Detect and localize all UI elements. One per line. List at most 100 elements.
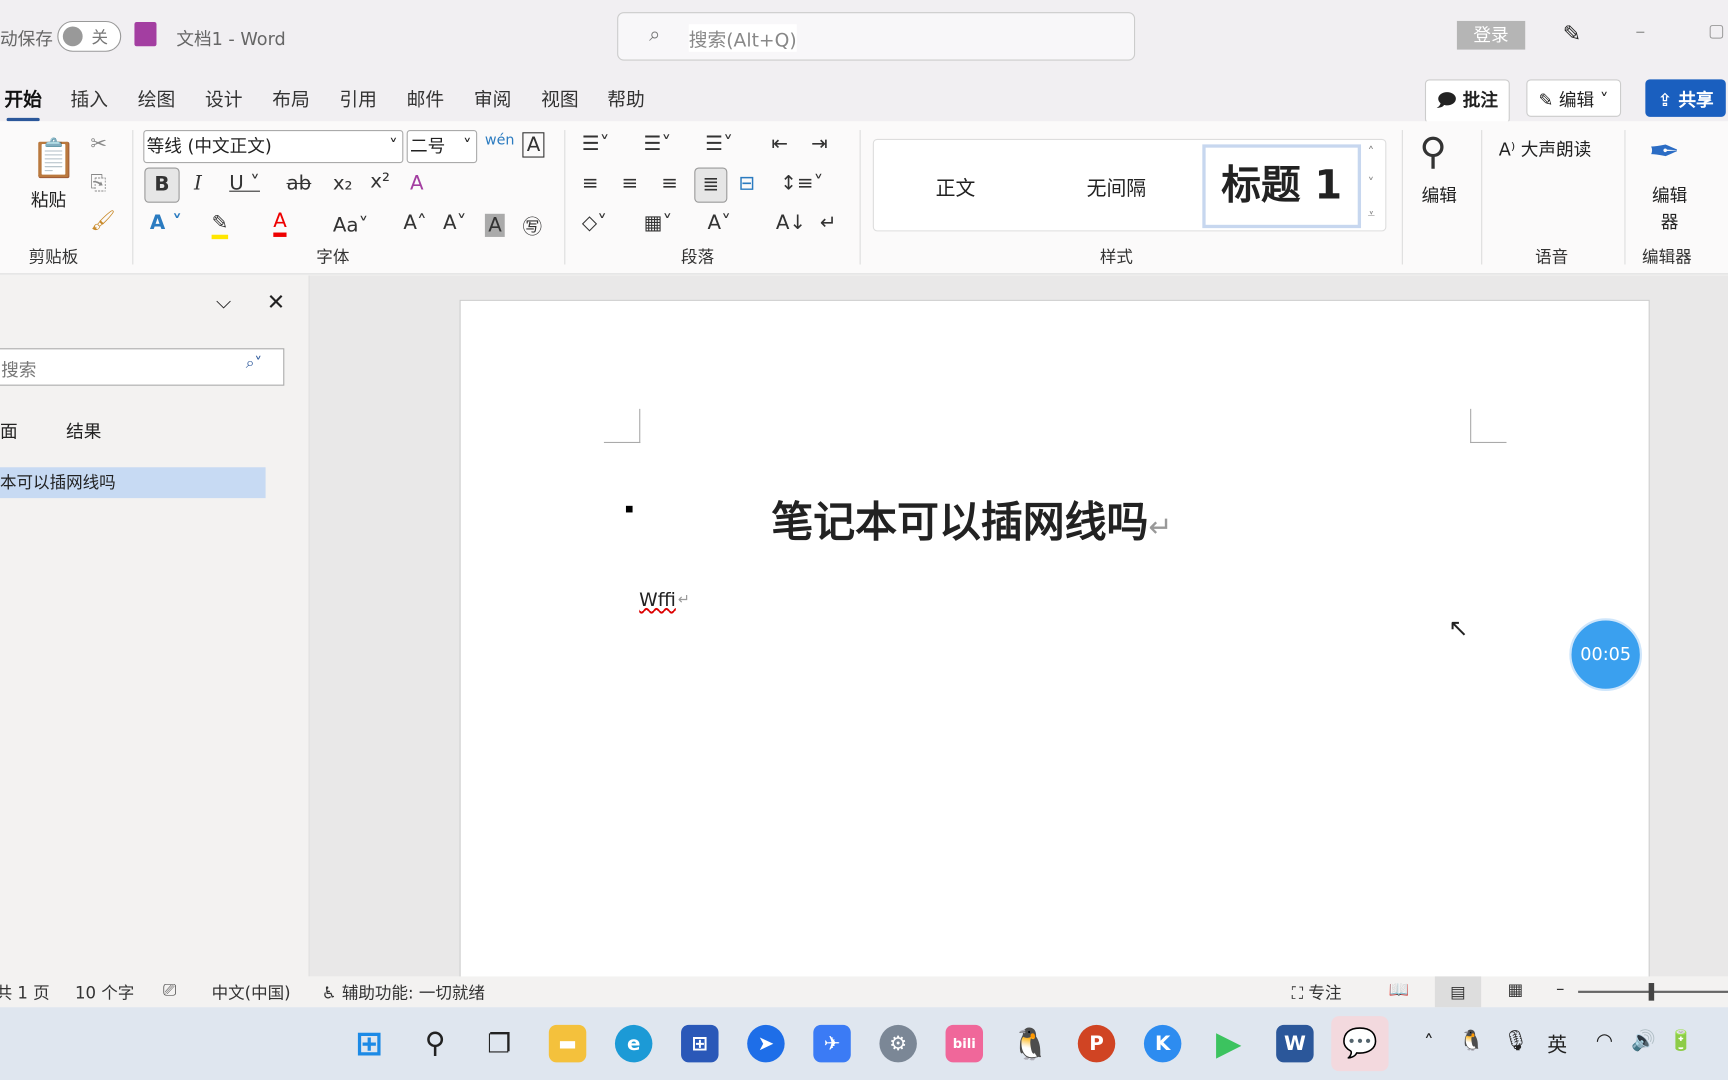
tab-design[interactable]: 设计 <box>205 84 242 111</box>
decrease-indent-icon[interactable]: ⇤ <box>771 132 788 155</box>
microphone-icon[interactable]: 🎙 <box>1503 1029 1528 1052</box>
tab-mailings[interactable]: 邮件 <box>407 84 444 111</box>
wifi-icon[interactable]: ◠ <box>1596 1029 1613 1052</box>
tab-home[interactable]: 开始 <box>4 84 42 122</box>
text-effects-icon[interactable]: A ˅ <box>150 212 182 235</box>
paste-button[interactable]: 粘贴 <box>31 185 66 211</box>
tray-chevron-icon[interactable]: ˄ <box>1424 1032 1434 1055</box>
status-accessibility[interactable]: ♿ 辅助功能: 一切就绪 <box>322 981 485 1004</box>
gallery-scroll-icons[interactable]: ˄ ˅ ⩡ <box>1368 144 1375 222</box>
superscript-button[interactable]: x² <box>370 170 390 193</box>
align-right-icon[interactable]: ≡ <box>661 172 678 195</box>
proofing-icon[interactable]: ⎚ <box>163 980 176 1000</box>
lark-icon[interactable]: ✈ <box>813 1024 851 1063</box>
print-layout-icon[interactable]: ▤ <box>1434 976 1482 1008</box>
pen-icon[interactable]: ✎ <box>1563 20 1581 46</box>
nav-tab-pages[interactable]: 页面 <box>0 417 18 443</box>
tray-qq-icon[interactable]: 🐧 <box>1459 1029 1484 1052</box>
copy-icon[interactable]: ⎘ <box>90 172 106 195</box>
tab-draw[interactable]: 绘图 <box>138 84 175 111</box>
editor-button[interactable]: 编辑器 <box>1651 181 1688 234</box>
find-icon[interactable]: ⚲ <box>1419 130 1446 174</box>
tab-references[interactable]: 引用 <box>339 84 376 111</box>
battery-icon[interactable]: 🔋 <box>1668 1029 1693 1052</box>
paste-icon[interactable]: 📋 <box>31 137 78 181</box>
align-left-icon[interactable]: ≡ <box>582 172 599 195</box>
save-icon[interactable] <box>134 22 157 47</box>
justify-icon[interactable]: ≣ <box>694 167 728 203</box>
volume-icon[interactable]: 🔊 <box>1631 1029 1656 1052</box>
numbering-icon[interactable]: ☰˅ <box>644 132 672 155</box>
status-word-count[interactable]: 10 个字 <box>75 981 134 1004</box>
document-page[interactable]: 笔记本可以插网线吗↵ Wffi ↵ <box>459 299 1650 986</box>
tab-review[interactable]: 审阅 <box>474 84 511 111</box>
focus-button[interactable]: ⛶ 专注 <box>1292 981 1342 1004</box>
style-normal[interactable]: 正文 <box>936 173 976 202</box>
settings-icon[interactable]: ⚙ <box>879 1024 917 1063</box>
ime-indicator[interactable]: 英 <box>1547 1029 1567 1058</box>
sort-icon[interactable]: A↓ <box>776 212 806 235</box>
read-mode-icon[interactable]: 📖 <box>1389 980 1410 1000</box>
tab-layout[interactable]: 布局 <box>272 84 309 111</box>
document-heading[interactable]: 笔记本可以插网线吗↵ <box>771 488 1172 549</box>
document-body-text[interactable]: Wffi <box>639 590 676 612</box>
kugou-icon[interactable]: K <box>1143 1024 1182 1063</box>
show-marks-icon[interactable]: ↵ <box>820 212 837 235</box>
tab-view[interactable]: 视图 <box>541 84 578 111</box>
search-box[interactable]: ⌕ 搜索(Alt+Q) <box>617 12 1136 61</box>
close-icon[interactable]: ✕ <box>267 289 285 315</box>
underline-button[interactable]: U ˅ <box>229 172 260 195</box>
web-layout-icon[interactable]: ▦ <box>1508 980 1524 1000</box>
autosave-toggle[interactable]: 关 <box>57 20 122 52</box>
italic-button[interactable]: I <box>194 172 202 195</box>
align-center-icon[interactable]: ≡ <box>622 172 639 195</box>
zoom-out-button[interactable]: – <box>1556 979 1564 999</box>
editing-button[interactable]: 编辑 <box>1422 181 1457 207</box>
search-icon[interactable]: ⌕˅ <box>246 355 262 373</box>
nav-tab-results[interactable]: 结果 <box>66 417 101 443</box>
tab-help[interactable]: 帮助 <box>607 84 644 111</box>
nav-heading-item[interactable]: 本可以插网线吗 <box>0 467 266 499</box>
read-aloud-button[interactable]: A⁾ 大声朗读 <box>1499 134 1592 160</box>
task-view-icon[interactable]: ❐ <box>480 1025 517 1062</box>
bold-button[interactable]: B <box>144 167 180 203</box>
multilevel-list-icon[interactable]: ☰˅ <box>705 132 733 155</box>
char-border-icon[interactable]: A <box>522 132 545 158</box>
minimize-button[interactable]: – <box>1635 20 1645 43</box>
font-color-icon[interactable]: A <box>273 209 287 237</box>
subscript-button[interactable]: x₂ <box>333 172 353 195</box>
wechat-icon[interactable]: 💬 <box>1331 1016 1389 1072</box>
format-painter-icon[interactable]: 🖌 <box>90 209 115 232</box>
highlight-icon[interactable]: ✎ <box>211 212 229 240</box>
enclose-char-icon[interactable]: ㊢ <box>522 212 542 241</box>
edit-mode-button[interactable]: ✎ 编辑 ˅ <box>1526 79 1621 117</box>
grow-font-icon[interactable]: A˄ <box>403 212 427 235</box>
file-explorer-icon[interactable]: ▬ <box>548 1024 587 1063</box>
style-no-spacing[interactable]: 无间隔 <box>1087 173 1147 202</box>
edge-icon[interactable]: e <box>614 1024 653 1063</box>
status-language[interactable]: 中文(中国) <box>212 981 291 1004</box>
windows-start-icon[interactable]: ⊞ <box>350 1024 387 1063</box>
char-shading-icon[interactable]: A <box>484 213 506 237</box>
maximize-button[interactable]: ▢ <box>1708 20 1725 41</box>
line-spacing-icon[interactable]: ↕≡˅ <box>780 172 823 195</box>
store-icon[interactable]: ⊞ <box>681 1024 719 1063</box>
font-size-select[interactable]: 二号 ˅ <box>406 130 478 164</box>
powerpoint-icon[interactable]: P <box>1077 1024 1116 1063</box>
nav-search-input[interactable]: 搜索 ⌕˅ <box>0 348 285 386</box>
phonetic-guide-icon[interactable]: wén <box>485 132 515 149</box>
video-player-icon[interactable]: ▶ <box>1210 1024 1247 1063</box>
zoom-slider[interactable] <box>1578 983 1728 1001</box>
status-page[interactable]: 共 1 页 <box>0 981 50 1004</box>
bullets-icon[interactable]: ☰˅ <box>582 132 610 155</box>
bilibili-icon[interactable]: bili <box>945 1024 984 1063</box>
font-name-select[interactable]: 等线 (中文正文) ˅ <box>143 130 404 164</box>
increase-indent-icon[interactable]: ⇥ <box>811 132 828 155</box>
cut-icon[interactable]: ✂ <box>90 132 107 155</box>
clear-formatting-icon[interactable]: A <box>410 172 424 195</box>
change-case-icon[interactable]: Aa˅ <box>333 214 369 237</box>
asian-layout-icon[interactable]: A˅ <box>708 212 732 235</box>
timer-widget[interactable]: 00:05 <box>1569 618 1643 691</box>
chevron-down-icon[interactable]: ⌵ <box>216 291 231 314</box>
strikethrough-button[interactable]: ab <box>287 172 312 195</box>
